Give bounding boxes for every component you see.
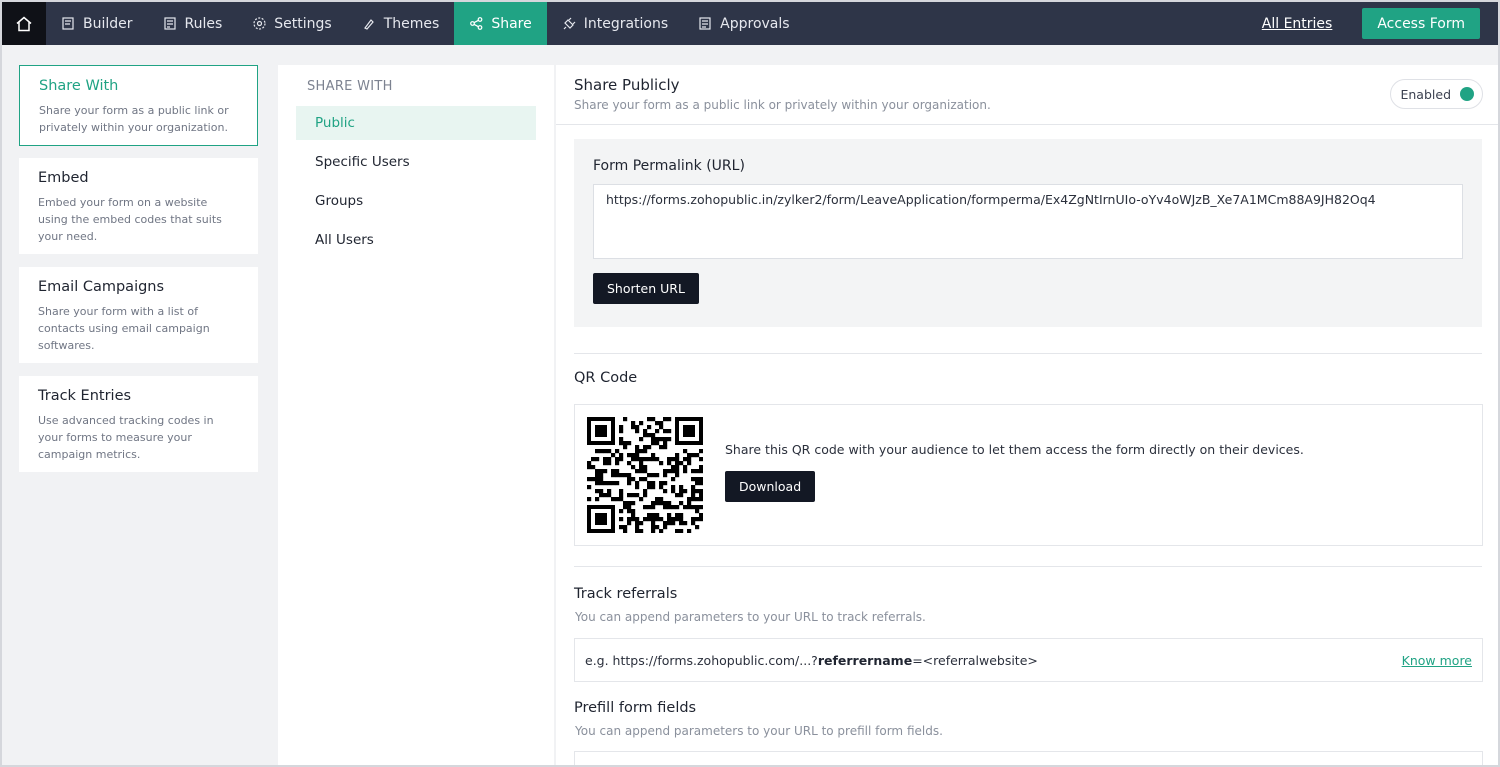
- qr-code-image: [587, 417, 703, 533]
- permalink-section: Form Permalink (URL) https://forms.zohop…: [574, 139, 1482, 327]
- card-title: Track Entries: [38, 388, 132, 404]
- nav-rules[interactable]: Rules: [148, 2, 238, 45]
- nav-label: Builder: [83, 15, 133, 32]
- prefill-example: [574, 751, 1483, 765]
- access-form-button[interactable]: Access Form: [1362, 8, 1480, 39]
- prefill-subtitle: You can append parameters to your URL to…: [575, 724, 943, 738]
- track-referrals-subtitle: You can append parameters to your URL to…: [575, 610, 926, 624]
- all-entries-link[interactable]: All Entries: [1262, 16, 1333, 32]
- home-button[interactable]: [2, 2, 46, 45]
- top-nav: Builder Rules Settings Themes Share Inte…: [2, 2, 1498, 45]
- card-share-with[interactable]: Share With Share your form as a public l…: [19, 65, 258, 146]
- card-track-entries[interactable]: Track Entries Use advanced tracking code…: [19, 376, 258, 472]
- permalink-field[interactable]: https://forms.zohopublic.in/zylker2/form…: [593, 184, 1463, 259]
- home-icon: [16, 16, 32, 31]
- nav-label: Settings: [274, 15, 332, 32]
- card-title: Share With: [39, 78, 119, 94]
- nav-label: Themes: [383, 15, 440, 32]
- divider: [574, 566, 1482, 567]
- card-embed[interactable]: Embed Embed your form on a website using…: [19, 158, 258, 254]
- divider: [556, 124, 1498, 125]
- card-title: Embed: [38, 170, 89, 186]
- card-desc: Embed your form on a website using the e…: [38, 196, 222, 243]
- nav-label: Share: [491, 15, 532, 32]
- know-more-link[interactable]: Know more: [1402, 653, 1472, 668]
- menu-item-groups[interactable]: Groups: [296, 184, 536, 218]
- divider: [574, 353, 1482, 354]
- referral-param: referrername: [817, 652, 913, 668]
- share-public-panel: Share Publicly Share your form as a publ…: [556, 65, 1498, 765]
- download-button[interactable]: Download: [725, 471, 816, 502]
- nav-builder[interactable]: Builder: [46, 2, 148, 45]
- nav-approvals[interactable]: Approvals: [683, 2, 804, 45]
- card-desc: Use advanced tracking codes in your form…: [38, 414, 214, 461]
- nav-right: All Entries Access Form: [1262, 2, 1498, 45]
- page-title: Share Publicly: [574, 76, 680, 94]
- shorten-url-button[interactable]: Shorten URL: [593, 273, 699, 304]
- nav-themes[interactable]: Themes: [347, 2, 455, 45]
- nav-integrations[interactable]: Integrations: [547, 2, 683, 45]
- nav-settings[interactable]: Settings: [237, 2, 346, 45]
- share-options-panel: Share With Share your form as a public l…: [2, 45, 276, 765]
- brush-icon: [363, 19, 374, 30]
- qr-code-section: Share this QR code with your audience to…: [574, 404, 1483, 546]
- permalink-label: Form Permalink (URL): [593, 158, 745, 174]
- track-referrals-title: Track referrals: [574, 586, 678, 602]
- share-with-menu: SHARE WITH Public Specific Users Groups …: [278, 65, 554, 765]
- toggle-label: Enabled: [1400, 86, 1451, 102]
- approvals-icon: [699, 17, 711, 30]
- nav-label: Approvals: [720, 15, 790, 32]
- page-subtitle: Share your form as a public link or priv…: [574, 98, 991, 112]
- referral-suffix: =<referralwebsite>: [912, 652, 1038, 668]
- toggle-knob: [1460, 87, 1474, 101]
- nav-share[interactable]: Share: [454, 2, 547, 45]
- menu-item-specific-users[interactable]: Specific Users: [296, 145, 536, 179]
- gear-icon: [253, 17, 266, 30]
- qr-description: Share this QR code with your audience to…: [725, 442, 1304, 457]
- menu-item-all-users[interactable]: All Users: [296, 223, 536, 257]
- card-desc: Share your form as a public link or priv…: [39, 104, 229, 134]
- app-frame: Builder Rules Settings Themes Share Inte…: [0, 0, 1500, 767]
- share-icon: [470, 17, 483, 30]
- referral-example: e.g. https://forms.zohopublic.com/...? re…: [574, 638, 1483, 682]
- plug-icon: [563, 17, 576, 30]
- enabled-toggle[interactable]: Enabled: [1390, 79, 1483, 109]
- referral-prefix: e.g. https://forms.zohopublic.com/...?: [585, 652, 818, 668]
- menu-item-public[interactable]: Public: [296, 106, 536, 140]
- card-desc: Share your form with a list of contacts …: [38, 305, 210, 352]
- prefill-title: Prefill form fields: [574, 700, 697, 716]
- card-email-campaigns[interactable]: Email Campaigns Share your form with a l…: [19, 267, 258, 363]
- qr-code-title: QR Code: [574, 370, 638, 386]
- rules-icon: [163, 17, 176, 30]
- card-title: Email Campaigns: [38, 279, 165, 295]
- nav-label: Integrations: [583, 15, 669, 32]
- nav-label: Rules: [184, 15, 223, 32]
- share-with-heading: SHARE WITH: [307, 79, 393, 94]
- builder-icon: [62, 17, 74, 30]
